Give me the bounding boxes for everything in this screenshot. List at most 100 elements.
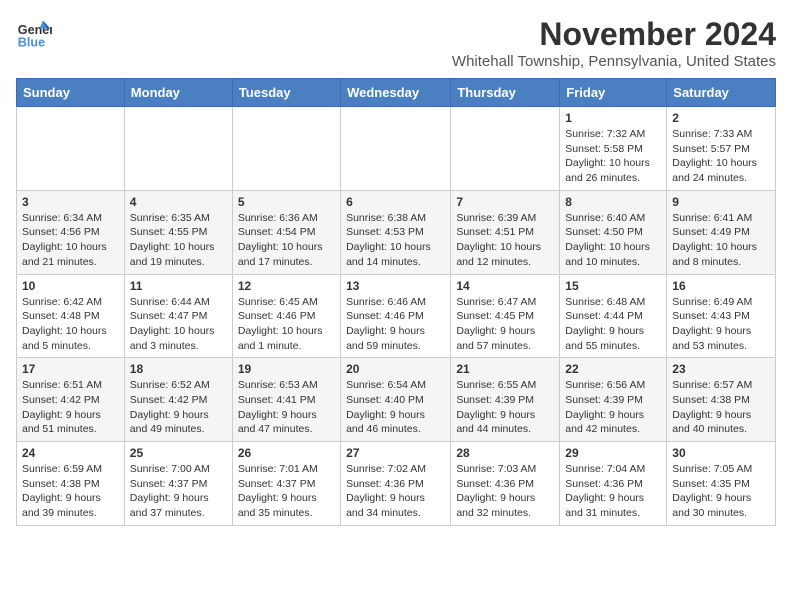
day-number: 3 (22, 195, 119, 209)
day-info: Sunrise: 7:00 AM Sunset: 4:37 PM Dayligh… (130, 462, 227, 521)
calendar-cell: 9 Sunrise: 6:41 AM Sunset: 4:49 PM Daylig… (667, 190, 776, 274)
calendar-header-monday: Monday (124, 79, 232, 107)
calendar-cell: 10Sunrise: 6:42 AM Sunset: 4:48 PM Dayli… (17, 274, 125, 358)
calendar-cell: 18 Sunrise: 6:52 AM Sunset: 4:42 PM Dayli… (124, 358, 232, 442)
day-number: 19 (238, 362, 335, 376)
day-number: 26 (238, 446, 335, 460)
calendar-cell: 12Sunrise: 6:45 AM Sunset: 4:46 PM Dayli… (232, 274, 340, 358)
day-info: Sunrise: 7:02 AM Sunset: 4:36 PM Dayligh… (346, 462, 445, 521)
day-info: Sunrise: 6:59 AM Sunset: 4:38 PM Dayligh… (22, 462, 119, 521)
calendar-week-3: 10Sunrise: 6:42 AM Sunset: 4:48 PM Dayli… (17, 274, 776, 358)
calendar-cell: 5Sunrise: 6:36 AM Sunset: 4:54 PM Daylig… (232, 190, 340, 274)
calendar-cell: 21 Sunrise: 6:55 AM Sunset: 4:39 PM Dayli… (451, 358, 560, 442)
day-info: Sunrise: 6:39 AM Sunset: 4:51 PM Dayligh… (456, 211, 554, 270)
calendar-cell: 6 Sunrise: 6:38 AM Sunset: 4:53 PM Daylig… (341, 190, 451, 274)
calendar-cell: 29 Sunrise: 7:04 AM Sunset: 4:36 PM Dayli… (560, 442, 667, 526)
calendar-cell (341, 107, 451, 191)
day-number: 24 (22, 446, 119, 460)
day-info: Sunrise: 6:41 AM Sunset: 4:49 PM Dayligh… (672, 211, 770, 270)
calendar-cell: 3Sunrise: 6:34 AM Sunset: 4:56 PM Daylig… (17, 190, 125, 274)
day-number: 9 (672, 195, 770, 209)
day-info: Sunrise: 7:32 AM Sunset: 5:58 PM Dayligh… (565, 127, 661, 186)
day-number: 15 (565, 279, 661, 293)
day-info: Sunrise: 6:55 AM Sunset: 4:39 PM Dayligh… (456, 378, 554, 437)
day-number: 2 (672, 111, 770, 125)
day-info: Sunrise: 7:03 AM Sunset: 4:36 PM Dayligh… (456, 462, 554, 521)
calendar-cell (124, 107, 232, 191)
svg-text:Blue: Blue (18, 36, 45, 50)
logo-icon: General Blue (16, 16, 52, 52)
title-area: November 2024 Whitehall Township, Pennsy… (452, 16, 776, 70)
day-info: Sunrise: 6:53 AM Sunset: 4:41 PM Dayligh… (238, 378, 335, 437)
calendar-cell: 17Sunrise: 6:51 AM Sunset: 4:42 PM Dayli… (17, 358, 125, 442)
calendar-header-sunday: Sunday (17, 79, 125, 107)
calendar-cell (232, 107, 340, 191)
calendar-cell: 13Sunrise: 6:46 AM Sunset: 4:46 PM Dayli… (341, 274, 451, 358)
day-number: 12 (238, 279, 335, 293)
day-number: 21 (456, 362, 554, 376)
day-number: 17 (22, 362, 119, 376)
calendar-cell: 22Sunrise: 6:56 AM Sunset: 4:39 PM Dayli… (560, 358, 667, 442)
calendar-cell: 15Sunrise: 6:48 AM Sunset: 4:44 PM Dayli… (560, 274, 667, 358)
calendar-cell: 11Sunrise: 6:44 AM Sunset: 4:47 PM Dayli… (124, 274, 232, 358)
day-info: Sunrise: 7:04 AM Sunset: 4:36 PM Dayligh… (565, 462, 661, 521)
day-info: Sunrise: 6:35 AM Sunset: 4:55 PM Dayligh… (130, 211, 227, 270)
calendar-cell: 8 Sunrise: 6:40 AM Sunset: 4:50 PM Daylig… (560, 190, 667, 274)
day-number: 16 (672, 279, 770, 293)
day-number: 4 (130, 195, 227, 209)
logo: General Blue (16, 16, 52, 52)
calendar-header-tuesday: Tuesday (232, 79, 340, 107)
calendar-cell: 25Sunrise: 7:00 AM Sunset: 4:37 PM Dayli… (124, 442, 232, 526)
calendar-header-friday: Friday (560, 79, 667, 107)
calendar-header-thursday: Thursday (451, 79, 560, 107)
day-number: 27 (346, 446, 445, 460)
day-number: 23 (672, 362, 770, 376)
calendar-cell: 30 Sunrise: 7:05 AM Sunset: 4:35 PM Dayli… (667, 442, 776, 526)
day-info: Sunrise: 6:38 AM Sunset: 4:53 PM Dayligh… (346, 211, 445, 270)
calendar-cell: 24 Sunrise: 6:59 AM Sunset: 4:38 PM Dayli… (17, 442, 125, 526)
day-number: 1 (565, 111, 661, 125)
calendar-cell: 20 Sunrise: 6:54 AM Sunset: 4:40 PM Dayli… (341, 358, 451, 442)
calendar-table: SundayMondayTuesdayWednesdayThursdayFrid… (16, 78, 776, 526)
day-number: 29 (565, 446, 661, 460)
day-info: Sunrise: 6:57 AM Sunset: 4:38 PM Dayligh… (672, 378, 770, 437)
day-info: Sunrise: 6:56 AM Sunset: 4:39 PM Dayligh… (565, 378, 661, 437)
day-number: 10 (22, 279, 119, 293)
day-info: Sunrise: 6:36 AM Sunset: 4:54 PM Dayligh… (238, 211, 335, 270)
calendar-cell: 1 Sunrise: 7:32 AM Sunset: 5:58 PM Daylig… (560, 107, 667, 191)
calendar-week-2: 3Sunrise: 6:34 AM Sunset: 4:56 PM Daylig… (17, 190, 776, 274)
calendar-cell: 16 Sunrise: 6:49 AM Sunset: 4:43 PM Dayli… (667, 274, 776, 358)
calendar-cell: 28 Sunrise: 7:03 AM Sunset: 4:36 PM Dayli… (451, 442, 560, 526)
calendar-cell: 14 Sunrise: 6:47 AM Sunset: 4:45 PM Dayli… (451, 274, 560, 358)
month-title: November 2024 (452, 16, 776, 53)
calendar-cell: 23 Sunrise: 6:57 AM Sunset: 4:38 PM Dayli… (667, 358, 776, 442)
location-title: Whitehall Township, Pennsylvania, United… (452, 53, 776, 70)
calendar-cell: 27 Sunrise: 7:02 AM Sunset: 4:36 PM Dayli… (341, 442, 451, 526)
day-info: Sunrise: 7:05 AM Sunset: 4:35 PM Dayligh… (672, 462, 770, 521)
day-number: 18 (130, 362, 227, 376)
day-number: 14 (456, 279, 554, 293)
day-info: Sunrise: 7:01 AM Sunset: 4:37 PM Dayligh… (238, 462, 335, 521)
day-number: 7 (456, 195, 554, 209)
day-number: 13 (346, 279, 445, 293)
header: General Blue November 2024 Whitehall Tow… (16, 16, 776, 70)
calendar-cell: 26 Sunrise: 7:01 AM Sunset: 4:37 PM Dayli… (232, 442, 340, 526)
day-info: Sunrise: 6:49 AM Sunset: 4:43 PM Dayligh… (672, 295, 770, 354)
calendar-cell: 2 Sunrise: 7:33 AM Sunset: 5:57 PM Daylig… (667, 107, 776, 191)
day-number: 6 (346, 195, 445, 209)
day-number: 11 (130, 279, 227, 293)
day-number: 30 (672, 446, 770, 460)
day-info: Sunrise: 6:40 AM Sunset: 4:50 PM Dayligh… (565, 211, 661, 270)
day-info: Sunrise: 6:54 AM Sunset: 4:40 PM Dayligh… (346, 378, 445, 437)
day-info: Sunrise: 6:52 AM Sunset: 4:42 PM Dayligh… (130, 378, 227, 437)
day-number: 28 (456, 446, 554, 460)
calendar-cell: 7 Sunrise: 6:39 AM Sunset: 4:51 PM Daylig… (451, 190, 560, 274)
calendar-week-5: 24 Sunrise: 6:59 AM Sunset: 4:38 PM Dayli… (17, 442, 776, 526)
day-number: 20 (346, 362, 445, 376)
day-info: Sunrise: 7:33 AM Sunset: 5:57 PM Dayligh… (672, 127, 770, 186)
day-number: 8 (565, 195, 661, 209)
calendar-cell (17, 107, 125, 191)
calendar-header-wednesday: Wednesday (341, 79, 451, 107)
day-info: Sunrise: 6:47 AM Sunset: 4:45 PM Dayligh… (456, 295, 554, 354)
calendar-cell: 19 Sunrise: 6:53 AM Sunset: 4:41 PM Dayli… (232, 358, 340, 442)
